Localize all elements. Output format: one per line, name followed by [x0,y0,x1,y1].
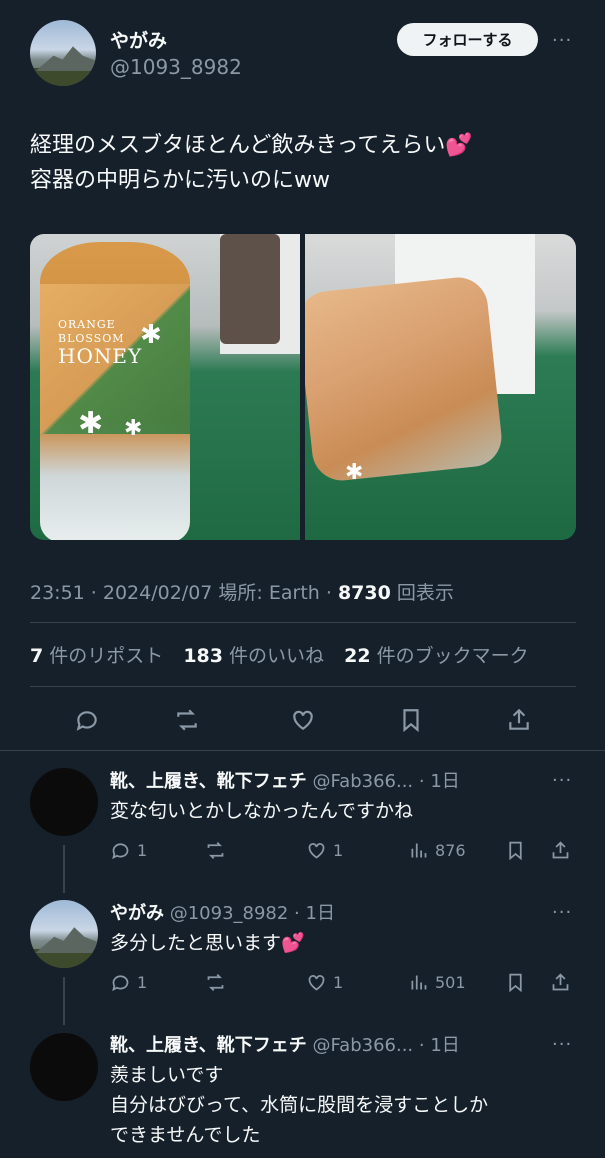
divider [0,750,605,751]
view-label: 回表示 [390,582,454,604]
more-icon[interactable]: ··· [552,770,572,791]
flower-icon: ✱ [140,320,162,350]
reply-text: 羨ましいです 自分はびびって、水筒に股間を浸すことしか できませんでした [110,1060,580,1150]
divider [30,686,576,687]
author-name[interactable]: やがみ [110,26,167,53]
author-handle[interactable]: @1093_8982 [110,55,242,79]
bookmark-stat[interactable]: 22 件のブックマーク [344,645,529,667]
repost-stat[interactable]: 7 件のリポスト [30,645,163,667]
like-count: 1 [333,841,344,860]
flower-icon: ✱ [78,406,104,441]
tweet-text-line: 容器の中明らかに汚いのにww [30,168,330,193]
photo-cup [220,234,280,344]
more-icon[interactable]: ··· [552,30,572,51]
flower-icon: ✱ [124,416,143,441]
more-icon[interactable]: ··· [552,1034,572,1055]
reply-text-line: できませんでした [110,1124,261,1146]
like-icon[interactable]: 1 [306,840,343,861]
reply-text: 変な匂いとかしなかったんですかね [110,800,414,822]
avatar[interactable] [30,768,98,836]
repost-icon[interactable] [172,705,202,735]
divider [30,622,576,623]
thread-line [63,845,65,893]
reply-count: 1 [137,973,148,992]
like-stat[interactable]: 183 件のいいね [183,645,324,667]
reply-icon[interactable] [72,705,102,735]
view-count: 501 [435,973,466,992]
like-count: 1 [333,973,344,992]
reply-text-line: 自分はびびって、水筒に股間を浸すことしか [110,1094,489,1116]
share-icon[interactable] [504,705,534,735]
reply-author[interactable]: 靴、上履き、靴下フェチ @Fab366... · 1日 [110,767,460,793]
honey-bottle [305,274,505,484]
reply-text: 多分したと思います💕 [110,932,305,954]
bottle-label-text: ORANGE [58,318,116,331]
reply-author[interactable]: やがみ @1093_8982 · 1日 [110,899,335,925]
repost-icon[interactable] [205,840,226,861]
like-icon[interactable]: 1 [306,972,343,993]
reply-icon[interactable]: 1 [110,972,147,993]
reply-icon[interactable]: 1 [110,840,147,861]
view-count: 8730 [337,582,391,604]
avatar[interactable] [30,20,96,86]
avatar[interactable] [30,900,98,968]
bookmark-icon[interactable] [505,840,526,861]
reply-count: 1 [137,841,148,860]
tweet-photo-2[interactable]: ✱ [305,234,576,540]
views-icon[interactable]: 501 [408,972,466,993]
avatar[interactable] [30,1033,98,1101]
tweet-text-line: 経理のメスブタほとんど飲みきってえらい💕 [30,133,473,158]
flower-icon: ✱ [345,460,364,485]
bookmark-icon[interactable] [505,972,526,993]
tweet-timestamp[interactable]: 23:51 · 2024/02/07 場所: Earth · [30,582,338,604]
follow-button[interactable]: フォローする [397,23,538,56]
repost-icon[interactable] [205,972,226,993]
reply-text-line: 羨ましいです [110,1064,224,1086]
reply-author[interactable]: 靴、上履き、靴下フェチ @Fab366... · 1日 [110,1031,460,1057]
thread-line [63,977,65,1025]
tweet-meta: 23:51 · 2024/02/07 場所: Earth · 8730 回表示 [30,578,454,605]
tweet-text: 経理のメスブタほとんど飲みきってえらい💕 容器の中明らかに汚いのにww [30,128,580,198]
share-icon[interactable] [550,840,571,861]
views-icon[interactable]: 876 [408,840,466,861]
more-icon[interactable]: ··· [552,902,572,923]
like-icon[interactable] [288,705,318,735]
tweet-stats: 7 件のリポスト 183 件のいいね 22 件のブックマーク [30,641,529,668]
view-count: 876 [435,841,466,860]
tweet-photo-1[interactable]: ORANGE BLOSSOM HONEY ✱ ✱ ✱ [30,234,300,540]
bottle-label-text: HONEY [58,344,143,368]
bookmark-icon[interactable] [396,705,426,735]
share-icon[interactable] [550,972,571,993]
